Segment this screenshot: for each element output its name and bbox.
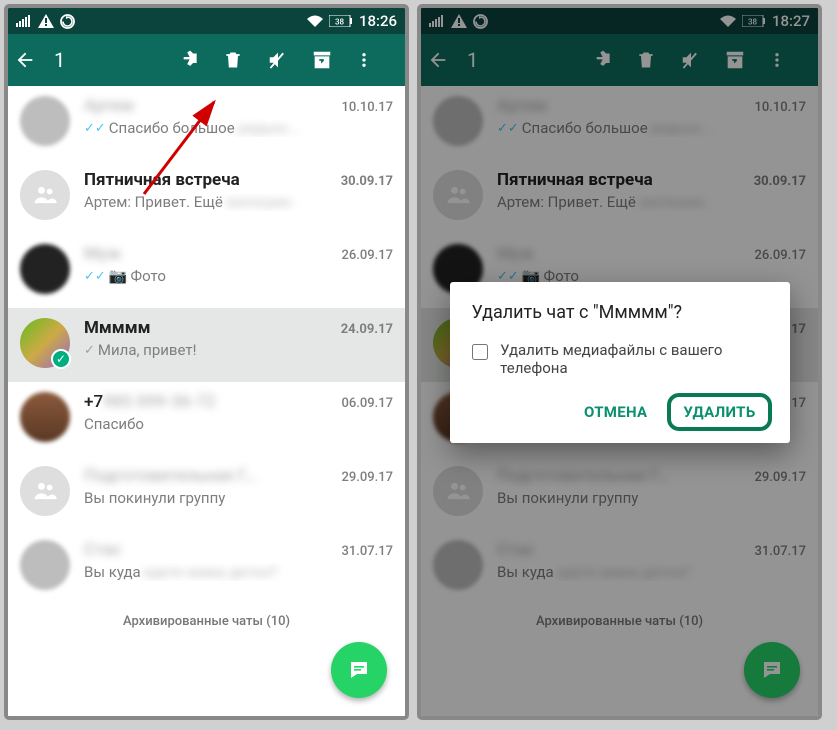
chat-date: 24.09.17 [333,322,393,337]
chat-name: Муж [84,244,121,264]
chat-date: 26.09.17 [333,248,393,263]
avatar[interactable] [20,170,70,220]
phone-screen-left: 38 18:26 1 [4,4,409,720]
read-ticks-icon: ✓✓ [84,269,106,284]
chat-row[interactable]: Муж 26.09.17 ✓✓📷 Фото [8,234,405,308]
svg-text:38: 38 [335,18,345,27]
chat-date: 29.09.17 [333,470,393,485]
chat-name: +7 [84,392,103,412]
signal-icon [16,15,32,27]
chat-message: ✓✓Спасибо большое редько... [84,119,393,137]
delete-media-checkbox[interactable] [472,343,489,361]
wifi-icon [307,15,323,27]
chat-row[interactable]: Стас 31.07.17 Вы куда едете мама детки? [8,530,405,604]
chat-row[interactable]: ✓ Ммммм 24.09.17 ✓ Мила, привет! [8,308,405,382]
archive-icon[interactable] [311,49,355,71]
selection-toolbar: 1 [8,34,405,86]
read-ticks-icon: ✓✓ [84,121,106,136]
selection-count: 1 [54,48,84,72]
chat-name: Стас [84,540,121,560]
chat-row[interactable]: Пятничная встреча 30.09.17 Артем: Привет. … [8,160,405,234]
chat-date: 06.09.17 [333,396,393,411]
delete-chat-dialog: Удалить чат с "Ммммм"? Удалить медиафайл… [450,282,790,443]
chat-row[interactable]: +7 985 099-36-7206.09.17Спасибо [8,382,405,456]
avatar[interactable]: ✓ [20,318,70,368]
avatar[interactable] [20,392,70,442]
chat-message: ✓✓📷 Фото [84,267,393,285]
chat-row[interactable]: Подготовительная Г… 29.09.17 Вы покинули г… [8,456,405,530]
chat-message: Спасибо [84,415,393,433]
avatar[interactable] [20,540,70,590]
delete-media-checkbox-row[interactable]: Удалить медиафайлы с вашего телефона [472,341,772,377]
chat-date: 31.07.17 [333,544,393,559]
pin-icon[interactable] [179,50,223,70]
status-time: 18:26 [359,12,397,30]
delete-media-label: Удалить медиафайлы с вашего телефона [500,341,771,377]
dialog-title: Удалить чат с "Ммммм"? [472,302,772,323]
chat-name: Пятничная встреча [84,170,240,190]
phone-screen-right: 38 18:27 1 Артем10.10.17✓✓Спасибо большо… [417,4,822,720]
new-chat-fab[interactable] [331,642,387,698]
chat-message: Артем: Привет. Ещё хеллоуин. [84,193,393,211]
status-bar: 38 18:26 [8,8,405,34]
chat-row[interactable]: Артем 10.10.17 ✓✓Спасибо большое редько... [8,86,405,160]
delivered-tick-icon: ✓ [84,343,95,358]
delete-icon[interactable] [223,49,267,71]
back-button[interactable] [14,49,54,71]
battery-icon: 38 [329,15,353,27]
mute-icon[interactable] [267,49,311,71]
chat-message: Вы куда едете мама детки? [84,563,393,581]
selected-check-icon: ✓ [51,349,71,369]
chat-name: Ммммм [84,318,151,338]
avatar[interactable] [20,466,70,516]
archived-chats-link[interactable]: Архивированные чаты (10) [8,604,405,639]
cancel-button[interactable]: ОТМЕНА [570,393,661,431]
chat-list[interactable]: Артем 10.10.17 ✓✓Спасибо большое редько...… [8,86,405,716]
chat-date: 10.10.17 [333,100,393,115]
avatar[interactable] [20,244,70,294]
photo-icon: 📷 [109,267,128,285]
chat-date: 30.09.17 [333,174,393,189]
chat-message: Вы покинули группу [84,489,393,507]
confirm-delete-button[interactable]: УДАЛИТЬ [667,393,771,431]
chat-message: ✓ Мила, привет! [84,341,393,359]
dialog-overlay[interactable]: Удалить чат с "Ммммм"? Удалить медиафайл… [421,8,818,716]
chat-name: Подготовительная Г… [84,466,256,486]
warning-icon [38,14,54,28]
sync-icon [60,14,75,29]
overflow-menu-icon[interactable] [355,49,399,71]
avatar[interactable] [20,96,70,146]
chat-name: Артем [84,96,134,116]
